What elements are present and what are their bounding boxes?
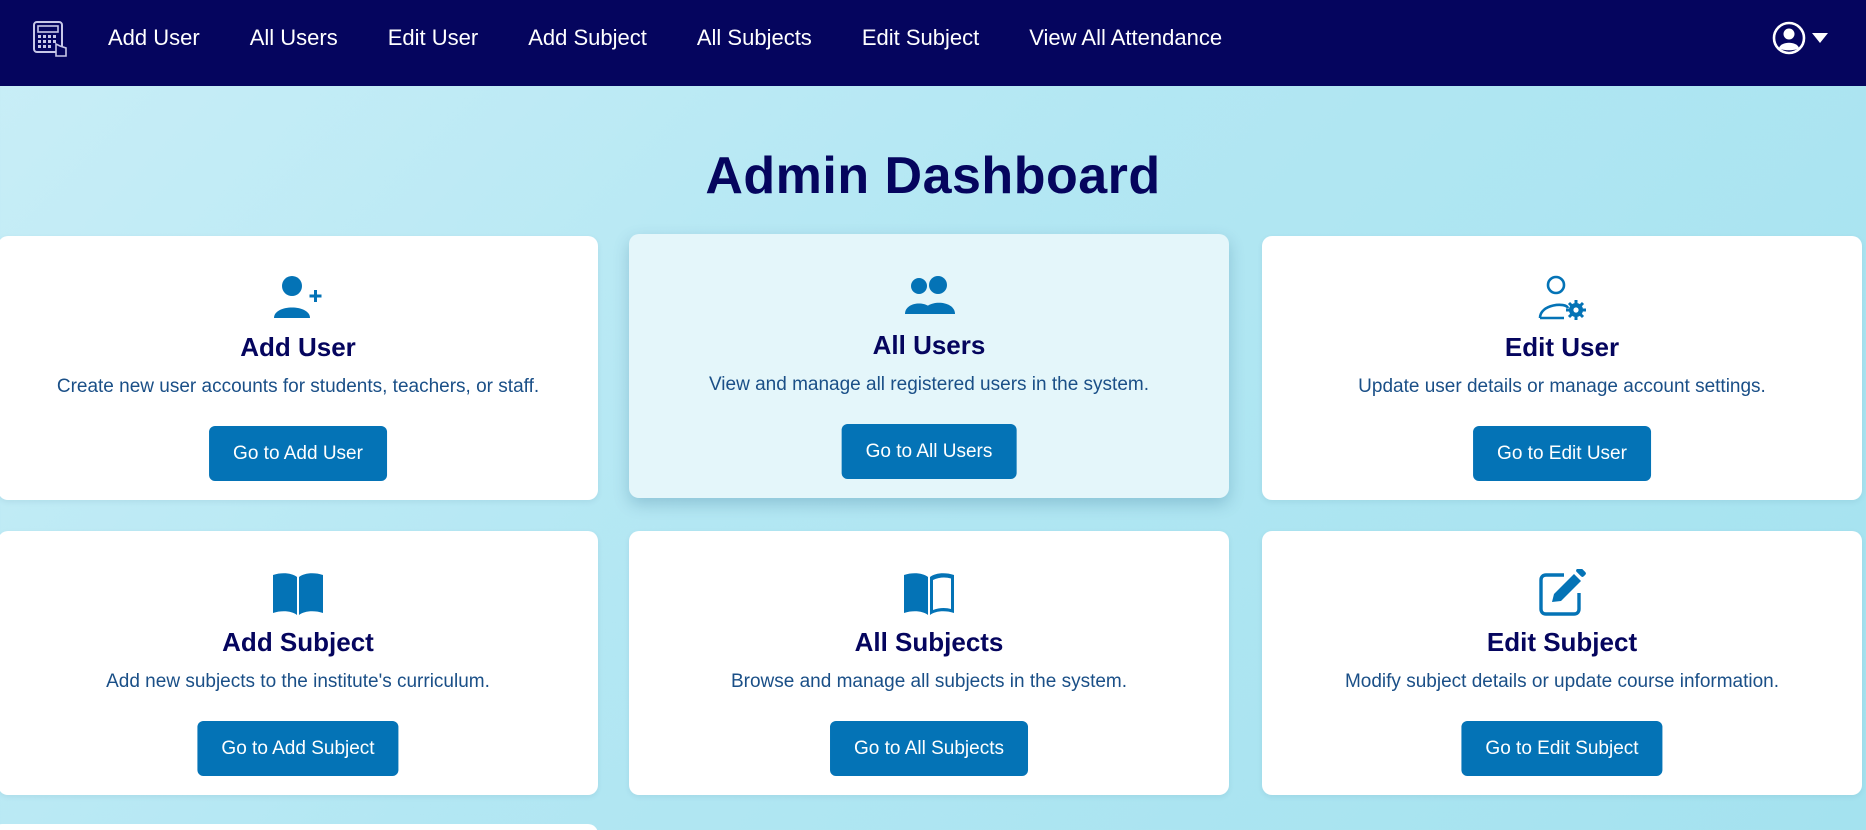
- book-open-outline-icon: [904, 573, 954, 615]
- go-to-add-user-button[interactable]: Go to Add User: [209, 426, 387, 481]
- user-menu-toggle[interactable]: [1772, 20, 1828, 56]
- card-all-users: All Users View and manage all registered…: [629, 234, 1229, 498]
- card-description: Modify subject details or update course …: [1344, 671, 1780, 692]
- nav-links: Add User All Users Edit User Add Subject…: [108, 0, 1272, 76]
- page-title: Admin Dashboard: [705, 147, 1161, 205]
- users-icon: [905, 276, 955, 314]
- go-to-edit-subject-button[interactable]: Go to Edit Subject: [1461, 721, 1663, 776]
- card-edit-user: Edit User Update user details or manage …: [1262, 236, 1862, 500]
- nav-link-all-users[interactable]: All Users: [250, 25, 338, 51]
- card-add-user: Add User Create new user accounts for st…: [0, 236, 598, 500]
- nav-link-add-subject[interactable]: Add Subject: [528, 25, 647, 51]
- nav-link-edit-subject[interactable]: Edit Subject: [862, 25, 979, 51]
- card-title: Add User: [240, 332, 356, 362]
- nav-link-view-all-attendance[interactable]: View All Attendance: [1029, 25, 1222, 51]
- go-to-edit-user-button[interactable]: Go to Edit User: [1473, 426, 1651, 481]
- user-plus-icon: [274, 276, 322, 318]
- card-description: View and manage all registered users in …: [708, 374, 1150, 395]
- card-title: Add Subject: [222, 627, 374, 657]
- user-circle-icon: [1772, 21, 1806, 55]
- card-peek: [0, 824, 598, 830]
- card-description: Update user details or manage account se…: [1358, 376, 1766, 397]
- card-title: All Subjects: [854, 627, 1004, 657]
- card-add-subject: Add Subject Add new subjects to the inst…: [0, 531, 598, 795]
- calculator-hand-icon[interactable]: [32, 20, 70, 58]
- nav-link-edit-user[interactable]: Edit User: [388, 25, 478, 51]
- nav-link-add-user[interactable]: Add User: [108, 25, 200, 51]
- card-description: Create new user accounts for students, t…: [56, 376, 540, 397]
- card-edit-subject: Edit Subject Modify subject details or u…: [1262, 531, 1862, 795]
- go-to-all-users-button[interactable]: Go to All Users: [841, 424, 1017, 479]
- card-title: Edit User: [1504, 332, 1620, 362]
- card-description: Browse and manage all subjects in the sy…: [730, 671, 1128, 692]
- go-to-all-subjects-button[interactable]: Go to All Subjects: [830, 721, 1028, 776]
- nav-link-all-subjects[interactable]: All Subjects: [697, 25, 812, 51]
- card-all-subjects: All Subjects Browse and manage all subje…: [629, 531, 1229, 795]
- go-to-add-subject-button[interactable]: Go to Add Subject: [197, 721, 399, 776]
- top-navbar: Add User All Users Edit User Add Subject…: [0, 0, 1866, 86]
- card-title: All Users: [872, 330, 986, 360]
- card-title: Edit Subject: [1486, 627, 1638, 657]
- caret-down-icon: [1812, 33, 1828, 43]
- book-open-solid-icon: [273, 573, 323, 615]
- user-gear-icon: [1538, 275, 1586, 320]
- card-description: Add new subjects to the institute's curr…: [106, 671, 490, 692]
- pen-to-square-icon: [1539, 569, 1586, 616]
